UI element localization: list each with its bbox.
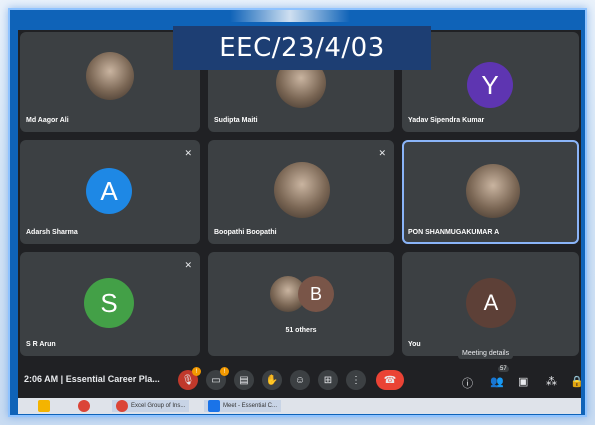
participant-photo [274,162,330,218]
file-explorer-taskbar[interactable] [38,400,50,412]
mic-off-icon: ✕ [184,260,192,270]
meeting-details-tooltip: Meeting details [458,348,514,359]
participant-name: PON SHANMUGAKUMAR A [408,229,500,236]
participant-tile-self[interactable]: A You [402,252,579,356]
taskbar-window-2[interactable]: Meet - Essential C... [204,400,282,412]
taskbar-window-label: Meet - Essential C... [223,403,278,409]
raise-hand-button[interactable]: ✋ [262,370,282,390]
hang-up-icon: ☎ [383,374,397,386]
mic-warning-badge: ! [192,367,201,376]
participant-name: Adarsh Sharma [26,229,78,236]
info-icon[interactable]: ⓘ [462,375,473,391]
avatar-letter: B [309,283,322,304]
participant-name: S R Arun [26,341,56,348]
participant-tile-others[interactable]: B 51 others [208,252,394,356]
participant-avatar: A [466,278,516,328]
participant-avatar: B [298,276,334,312]
emoji-icon: ☺ [294,374,306,386]
participant-tile[interactable]: ✕ S S R Arun [20,252,200,356]
meet-icon [208,400,220,412]
avatar-letter: Y [481,69,499,100]
participant-name: You [408,341,421,348]
folder-icon [38,400,50,412]
more-vert-icon: ⋮ [351,374,361,386]
present-icon: ⊞ [323,374,333,386]
more-options-button[interactable]: ⋮ [346,370,366,390]
avatar-letter: A [100,175,118,206]
participant-name: Yadav Sipendra Kumar [408,117,485,124]
os-taskbar: Excel Group of Ins... Meet - Essential C… [18,398,581,414]
participant-avatar: Y [467,62,513,108]
participant-tile-active[interactable]: PON SHANMUGAKUMAR A [402,140,579,244]
people-count-badge: 57 [498,366,509,372]
taskbar-window-1[interactable]: Excel Group of Ins... [112,400,190,412]
activities-icon[interactable]: ⁂ [546,375,557,388]
chrome-icon [116,400,128,412]
participant-photo [466,164,520,218]
avatar-letter: S [100,287,118,318]
lock-icon[interactable]: 🔒 [570,375,581,388]
chrome-icon [78,400,90,412]
mic-icon: 🎙 [181,374,195,386]
mic-toggle-button[interactable]: 🎙 ! [178,367,201,390]
avatar-letter: A [483,290,499,315]
participant-photo [86,52,134,100]
mic-off-icon: ✕ [378,148,386,158]
participant-avatar: S [84,278,134,328]
hand-icon: ✋ [265,374,279,386]
camera-toggle-button[interactable]: ▭ ! [206,367,229,390]
captions-icon: ▤ [239,374,249,386]
people-icon[interactable]: 👥 [490,375,504,388]
emoji-button[interactable]: ☺ [290,370,310,390]
meeting-time-title: 2:06 AM | Essential Career Pla... [24,374,160,384]
present-button[interactable]: ⊞ [318,370,338,390]
captions-button[interactable]: ▤ [234,370,254,390]
chrome-taskbar[interactable] [78,400,90,412]
others-count: 51 others [285,327,317,334]
participant-name: Sudipta Maiti [214,117,258,124]
chat-icon[interactable]: ▣ [518,375,528,388]
camera-icon: ▭ [211,374,221,386]
taskbar-window-label: Excel Group of Ins... [131,403,186,409]
participant-tile[interactable]: ✕ Boopathi Boopathi [208,140,394,244]
control-bar: 2:06 AM | Essential Career Pla... 🎙 ! ▭ … [18,362,581,398]
frame-sparkle [230,10,350,22]
participant-tile[interactable]: ✕ A Adarsh Sharma [20,140,200,244]
meet-window: Md Aagor Ali Sudipta Maiti Y Yadav Sipen… [18,30,581,398]
leave-call-button[interactable]: ☎ [376,370,404,390]
participant-name: Md Aagor Ali [26,117,69,124]
participant-avatar: A [86,168,132,214]
cam-warning-badge: ! [220,367,229,376]
mic-off-icon: ✕ [184,148,192,158]
participant-name: Boopathi Boopathi [214,229,277,236]
batch-code-banner: EEC/23/4/03 [173,26,431,70]
